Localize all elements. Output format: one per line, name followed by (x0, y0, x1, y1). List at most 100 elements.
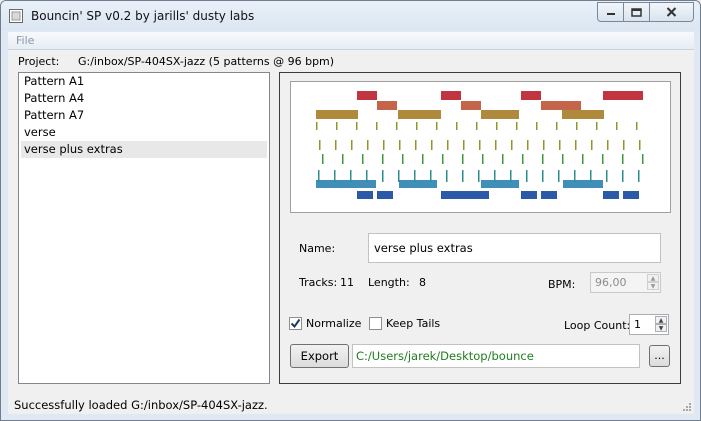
track-segment (316, 110, 358, 119)
list-item[interactable]: Pattern A4 (19, 90, 269, 107)
track-hit (542, 170, 544, 182)
track-hit (382, 170, 384, 182)
name-label: Name: (299, 242, 336, 255)
track-segment (521, 91, 541, 100)
pattern-details-panel: Name: verse plus extras Tracks: 11 Lengt… (279, 72, 681, 384)
track-hit (322, 154, 324, 164)
track-hit (376, 122, 378, 130)
track-segment (461, 101, 481, 110)
track-hit (642, 154, 644, 164)
loop-count-spin-buttons[interactable]: ▲ ▼ (655, 316, 667, 333)
track-hit (496, 122, 498, 130)
spin-down-icon[interactable]: ▼ (655, 324, 667, 332)
export-button[interactable]: Export (290, 344, 349, 368)
title-bar[interactable]: Bouncin' SP v0.2 by jarills' dusty labs (1, 1, 700, 31)
close-button[interactable] (650, 2, 694, 22)
menu-bar: File (8, 32, 694, 50)
track-segment (377, 101, 397, 110)
pattern-list[interactable]: Pattern A1 Pattern A4 Pattern A7 verse verse… (18, 72, 270, 384)
track-hit (431, 140, 433, 150)
track-hit (456, 122, 458, 130)
track-segment (473, 191, 489, 199)
track-segment (541, 101, 561, 110)
pattern-preview (290, 81, 671, 213)
track-hit (526, 170, 528, 182)
window-title: Bouncin' SP v0.2 by jarills' dusty labs (31, 9, 255, 23)
track-segment (481, 180, 519, 188)
list-item[interactable]: verse (19, 124, 269, 141)
track-segment (357, 191, 373, 199)
pattern-preview-canvas (316, 91, 644, 199)
track-hit (607, 140, 609, 150)
track-hit (396, 122, 398, 130)
browse-button[interactable]: ... (649, 345, 670, 367)
track-hit (510, 170, 512, 182)
track-hit (402, 154, 404, 164)
track-hit (463, 140, 465, 150)
track-hit (582, 154, 584, 164)
track-hit (478, 170, 480, 182)
track-hit (591, 140, 593, 150)
track-hit (590, 170, 592, 182)
track-hit (502, 154, 504, 164)
track-hit (430, 170, 432, 182)
track-hit (596, 122, 598, 130)
track-hit (416, 122, 418, 130)
track-hit (636, 122, 638, 130)
track-hit (436, 122, 438, 130)
track-hit (543, 140, 545, 150)
track-segment (521, 191, 537, 199)
bpm-label: BPM: (548, 278, 576, 291)
track-segment (481, 110, 519, 119)
track-segment (623, 91, 643, 100)
list-item[interactable]: Pattern A7 (19, 107, 269, 124)
maximize-button[interactable] (624, 2, 650, 22)
export-path-input[interactable]: C:/Users/jarek/Desktop/bounce (352, 344, 640, 368)
track-hit (350, 170, 352, 182)
loop-count-label: Loop Count: (564, 319, 631, 332)
track-segment (603, 191, 619, 199)
list-item[interactable]: Pattern A1 (19, 73, 269, 90)
project-path: G:/inbox/SP-404SX-jazz (5 patterns @ 96 … (78, 55, 335, 68)
keep-tails-checkbox[interactable]: Keep Tails (369, 317, 440, 330)
track-hit (383, 140, 385, 150)
track-hit (562, 154, 564, 164)
track-hit (367, 140, 369, 150)
track-segment (541, 191, 557, 199)
track-hit (479, 140, 481, 150)
track-hit (415, 140, 417, 150)
main-window: Bouncin' SP v0.2 by jarills' dusty labs … (0, 0, 701, 421)
name-input[interactable]: verse plus extras (368, 233, 661, 263)
bpm-spin-buttons: ▲ ▼ (647, 274, 659, 291)
track-segment (441, 91, 461, 100)
track-segment (561, 101, 581, 110)
track-hit (422, 154, 424, 164)
list-item[interactable]: verse plus extras (21, 141, 267, 158)
track-hit (398, 170, 400, 182)
bpm-spinbox: 96,00 ▲ ▼ (590, 272, 661, 293)
track-segment (377, 191, 393, 199)
normalize-checkbox-box[interactable] (289, 317, 302, 330)
loop-count-spinbox[interactable]: 1 ▲ ▼ (629, 314, 669, 335)
track-hit (482, 154, 484, 164)
track-hit (476, 122, 478, 130)
menu-file[interactable]: File (16, 34, 34, 47)
track-hit (342, 154, 344, 164)
keep-tails-checkbox-box[interactable] (369, 317, 382, 330)
track-hit (362, 154, 364, 164)
track-segment (398, 110, 441, 119)
status-bar-text: Successfully loaded G:/inbox/SP-404SX-ja… (14, 398, 268, 412)
track-hit (318, 170, 320, 182)
maximize-icon (631, 7, 642, 17)
track-hit (536, 122, 538, 130)
resize-grip-icon[interactable] (682, 402, 692, 412)
close-icon (666, 7, 677, 17)
track-hit (336, 122, 338, 130)
track-hit (446, 170, 448, 182)
minimize-button[interactable] (597, 2, 624, 22)
track-hit (559, 140, 561, 150)
tracks-value: 11 (340, 276, 354, 289)
track-hit (576, 122, 578, 130)
track-hit (351, 140, 353, 150)
normalize-checkbox[interactable]: Normalize (289, 317, 361, 330)
